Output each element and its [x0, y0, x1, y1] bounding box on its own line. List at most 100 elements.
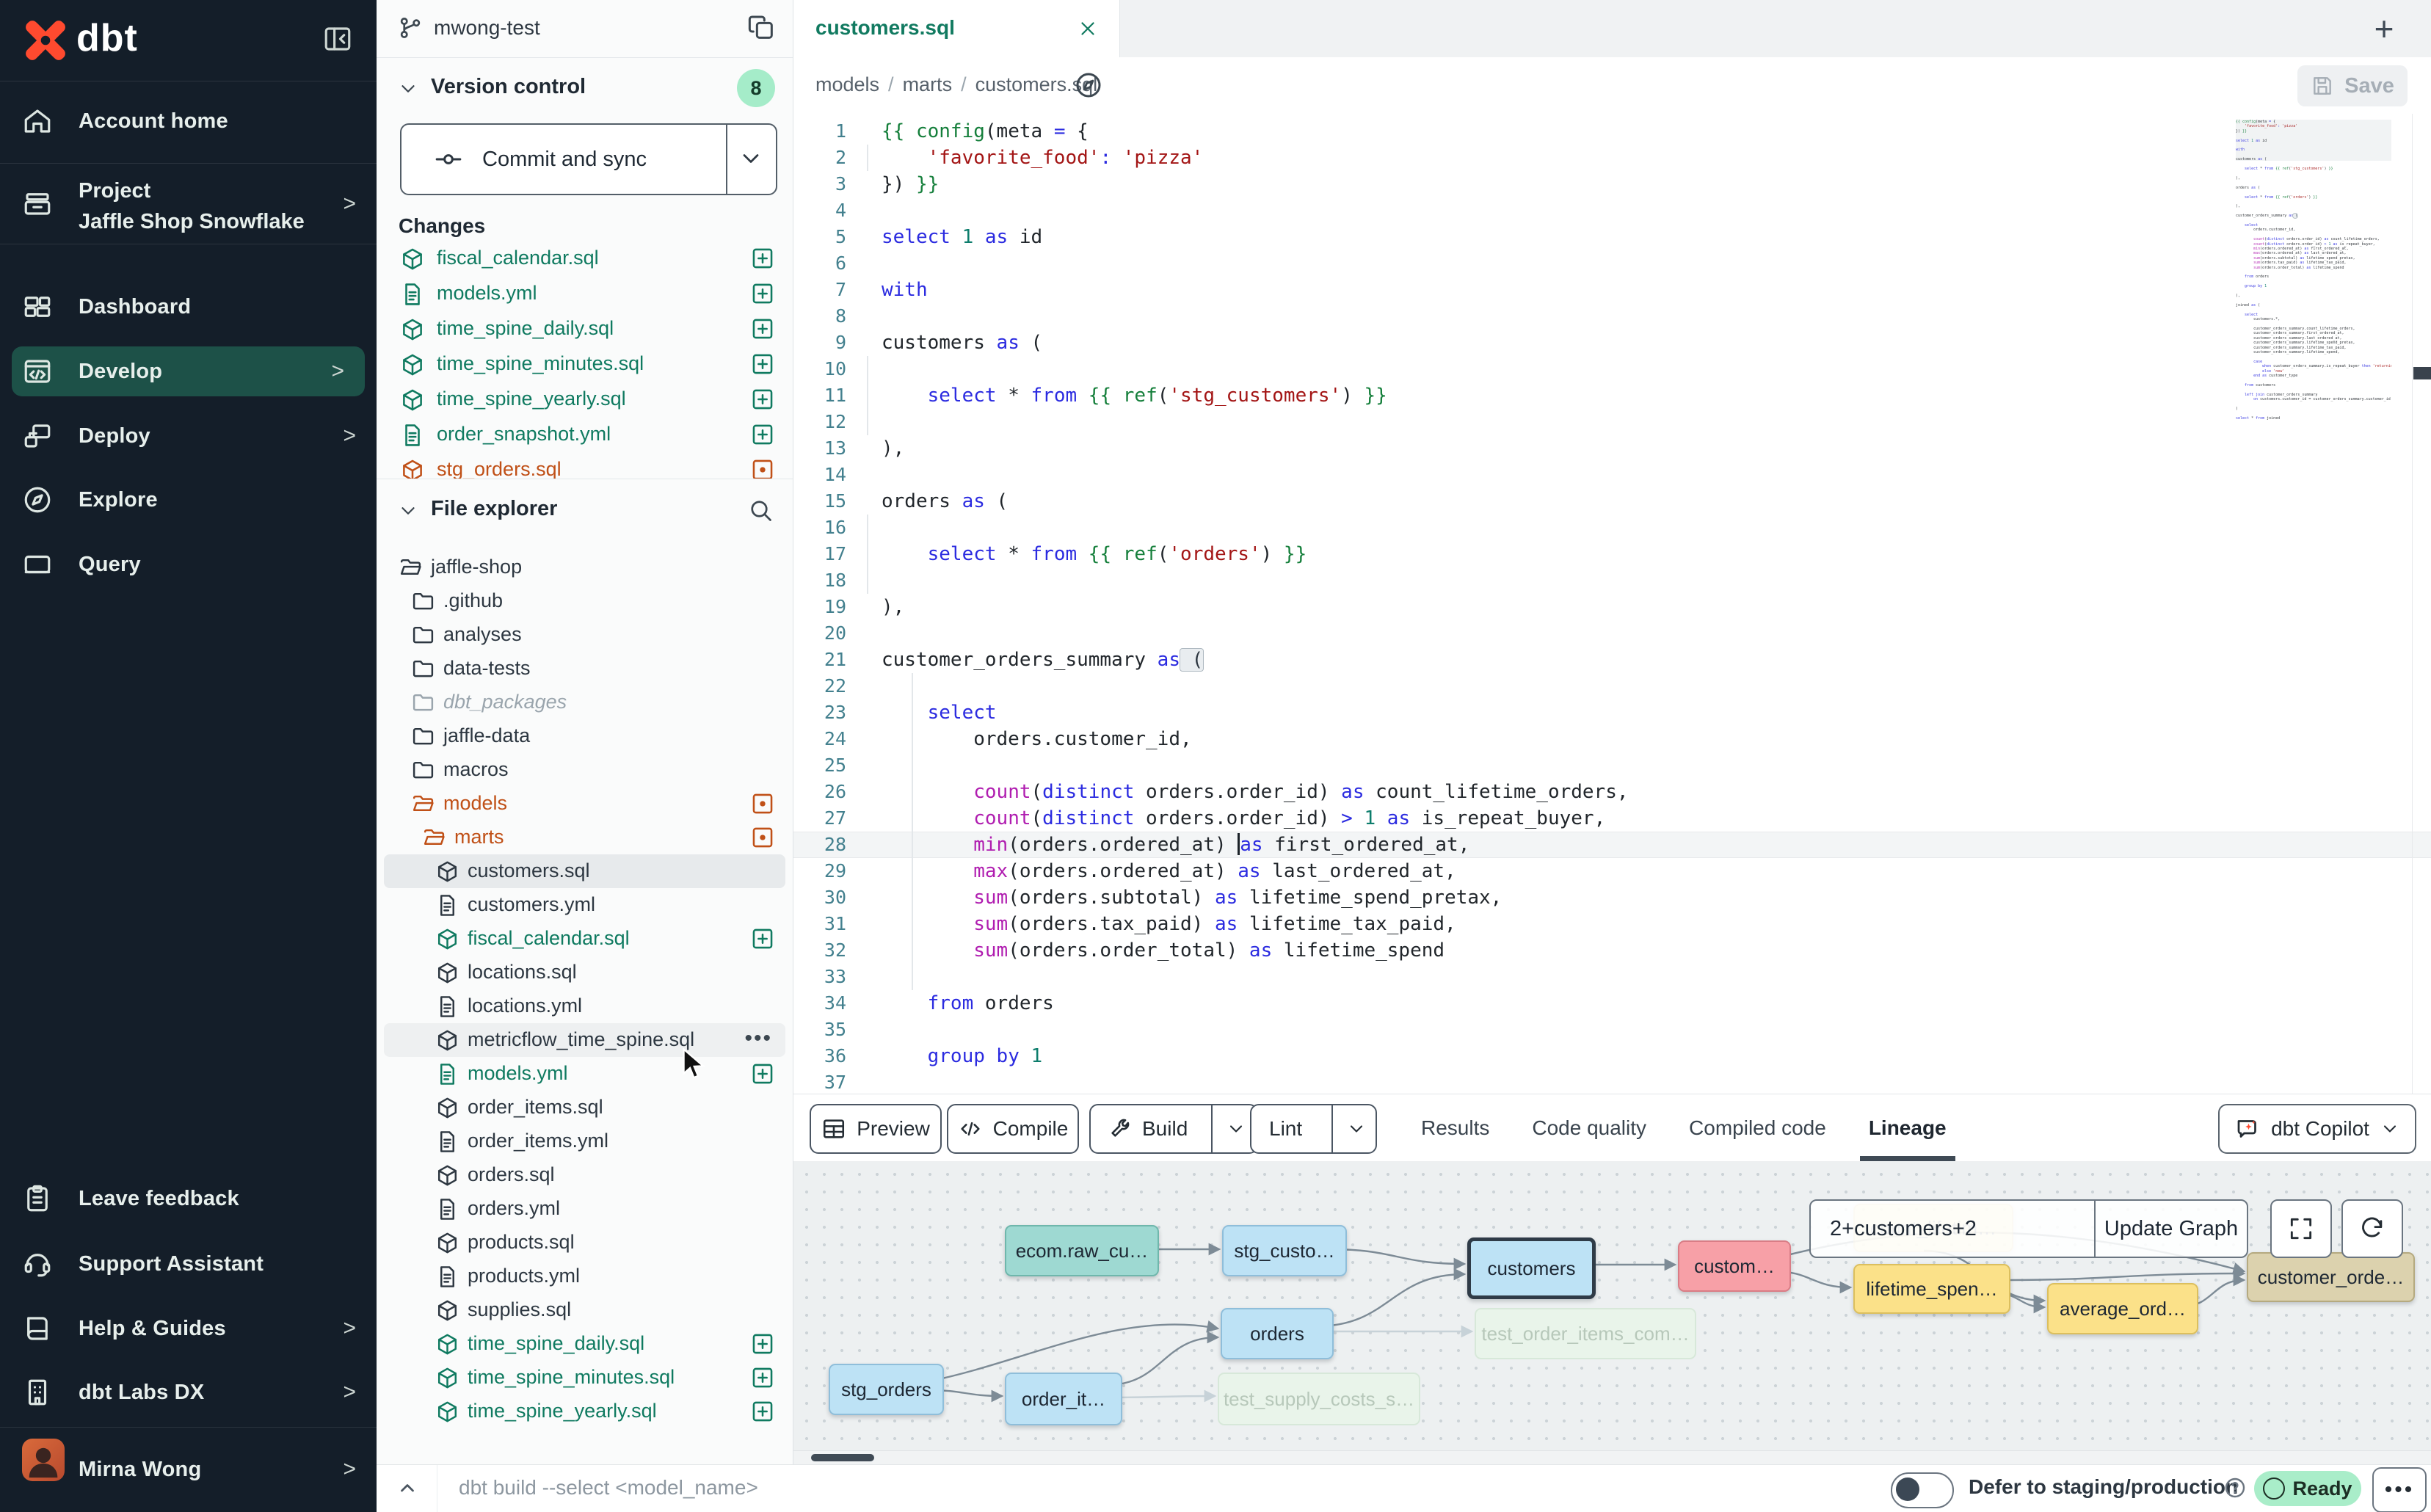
lineage-node[interactable]: ecom.raw_cu… [1005, 1225, 1159, 1276]
change-row[interactable]: models.yml [377, 276, 793, 311]
code-line[interactable]: 8 [793, 303, 2431, 330]
save-button[interactable]: Save [2297, 65, 2408, 106]
code-line[interactable]: 15orders as ( [793, 488, 2431, 515]
file-row[interactable]: metricflow_time_spine.sql••• [384, 1023, 785, 1057]
file-row[interactable]: locations.sql [377, 956, 793, 989]
sidebar-item-dbt-labs-dx[interactable]: dbt Labs DX > [0, 1368, 377, 1417]
help-icon[interactable] [2223, 1476, 2247, 1500]
plus-box-icon[interactable] [750, 352, 775, 377]
chevron-down-icon[interactable] [1346, 1119, 1367, 1139]
file-row[interactable]: supplies.sql [377, 1293, 793, 1327]
change-row[interactable]: time_spine_minutes.sql [377, 346, 793, 382]
code-line[interactable]: 18 [793, 567, 2431, 594]
tab-results[interactable]: Results [1421, 1094, 1489, 1162]
tab-customers-sql[interactable]: customers.sql [793, 0, 1120, 57]
file-row[interactable]: data-tests [377, 652, 793, 686]
plus-box-icon[interactable] [750, 316, 775, 341]
code-line[interactable]: 26 count(distinct orders.order_id) as co… [793, 779, 2431, 805]
code-line[interactable]: 27 count(distinct orders.order_id) > 1 a… [793, 805, 2431, 832]
code-line[interactable]: 9customers as ( [793, 330, 2431, 356]
compile-button[interactable]: Compile [947, 1104, 1079, 1154]
file-row[interactable]: macros [377, 753, 793, 787]
code-line[interactable]: 31 sum(orders.tax_paid) as lifetime_tax_… [793, 911, 2431, 937]
dot-box-icon[interactable] [750, 791, 775, 816]
sidebar-item-help-guides[interactable]: Help & Guides > [0, 1304, 377, 1353]
file-row[interactable]: analyses [377, 618, 793, 652]
tab-compiled-code[interactable]: Compiled code [1689, 1094, 1826, 1162]
code-line[interactable]: 5select 1 as id [793, 224, 2431, 250]
lineage-node[interactable]: lifetime_spen… [1853, 1264, 2010, 1314]
plus-box-icon[interactable] [750, 1061, 775, 1086]
build-button[interactable]: Build [1089, 1104, 1258, 1154]
lint-button[interactable]: Lint [1250, 1104, 1377, 1154]
sidebar-item-dashboard[interactable]: Dashboard [0, 283, 377, 331]
file-row[interactable]: order_items.yml [377, 1124, 793, 1158]
commit-and-sync-button[interactable]: Commit and sync [400, 123, 777, 195]
file-row[interactable]: marts [377, 821, 793, 854]
code-line[interactable]: 20 [793, 620, 2431, 647]
code-line[interactable]: 23 select [793, 699, 2431, 726]
code-line[interactable]: 1{{ config(meta = { [793, 118, 2431, 145]
change-row[interactable]: time_spine_daily.sql [377, 311, 793, 346]
sidebar-item-leave-feedback[interactable]: Leave feedback [0, 1174, 377, 1223]
file-row[interactable]: products.yml [377, 1260, 793, 1293]
code-line[interactable]: 4 [793, 197, 2431, 224]
sidebar-item-project[interactable]: Project Jaffle Shop Snowflake > [0, 170, 377, 238]
sidebar-item-query[interactable]: Query [0, 540, 377, 589]
code-line[interactable]: 28 min(orders.ordered_at) as first_order… [793, 832, 2431, 858]
code-line[interactable]: 2 'favorite_food': 'pizza' [793, 145, 2431, 171]
update-graph-button[interactable]: Update Graph [2096, 1217, 2247, 1241]
lineage-node[interactable]: orders [1221, 1308, 1334, 1359]
file-row[interactable]: fiscal_calendar.sql [377, 922, 793, 956]
lineage-compass-icon[interactable] [1074, 70, 1103, 100]
change-row[interactable]: order_snapshot.yml [377, 417, 793, 452]
file-row[interactable]: order_items.sql [377, 1091, 793, 1124]
dot-box-icon[interactable] [750, 457, 775, 479]
code-line[interactable]: 30 sum(orders.subtotal) as lifetime_spen… [793, 884, 2431, 911]
lineage-node[interactable]: stg_custo… [1222, 1225, 1347, 1276]
code-line[interactable]: 11 select * from {{ ref('stg_customers')… [793, 382, 2431, 409]
file-row[interactable]: time_spine_minutes.sql [377, 1361, 793, 1395]
refresh-button[interactable] [2341, 1199, 2403, 1258]
chevron-down-icon[interactable] [1226, 1119, 1246, 1139]
tab-lineage[interactable]: Lineage [1869, 1094, 1947, 1162]
change-row[interactable]: stg_orders.sql [377, 452, 793, 479]
lineage-node[interactable]: stg_orders [829, 1364, 944, 1415]
close-icon[interactable] [1077, 18, 1099, 40]
dot-box-icon[interactable] [750, 825, 775, 850]
collapse-sidebar-icon[interactable] [322, 23, 353, 54]
code-line[interactable]: 14 [793, 462, 2431, 488]
search-icon[interactable] [747, 497, 774, 523]
code-line[interactable]: 7with [793, 277, 2431, 303]
code-line[interactable]: 35 [793, 1017, 2431, 1043]
expand-command-bar-icon[interactable] [394, 1475, 421, 1502]
plus-box-icon[interactable] [750, 1331, 775, 1356]
file-row[interactable]: orders.yml [377, 1192, 793, 1226]
code-line[interactable]: 13), [793, 435, 2431, 462]
plus-box-icon[interactable] [750, 422, 775, 447]
change-row[interactable]: time_spine_yearly.sql [377, 382, 793, 417]
status-badge[interactable]: Ready [2254, 1471, 2361, 1506]
lineage-node[interactable]: customers [1467, 1237, 1596, 1299]
plus-box-icon[interactable] [750, 926, 775, 951]
code-line[interactable]: 24 orders.customer_id, [793, 726, 2431, 752]
file-row[interactable]: orders.sql [377, 1158, 793, 1192]
dbt-copilot-button[interactable]: dbt Copilot [2218, 1104, 2416, 1154]
sidebar-item-support-assistant[interactable]: Support Assistant [0, 1240, 377, 1288]
lineage-node[interactable]: test_order_items_com… [1475, 1308, 1696, 1359]
code-line[interactable]: 25 [793, 752, 2431, 779]
lineage-node[interactable]: customer_orde… [2247, 1252, 2415, 1302]
lineage-selector-input[interactable]: 2+customers+2 [1830, 1217, 2094, 1241]
file-explorer-header[interactable]: File explorer [377, 481, 793, 539]
sidebar-item-explore[interactable]: Explore [0, 476, 377, 524]
lineage-node[interactable]: test_supply_costs_s… [1218, 1373, 1420, 1425]
file-row[interactable]: dbt_packages [377, 686, 793, 719]
copy-icon[interactable] [747, 13, 777, 43]
file-row[interactable]: jaffle-shop [377, 550, 793, 584]
lineage-graph[interactable]: ecom.raw_cu… stg_custo…orders test_order_i… [793, 1161, 2431, 1464]
sidebar-item-deploy[interactable]: Deploy > [0, 412, 377, 460]
code-line[interactable]: 22 [793, 673, 2431, 699]
command-input[interactable]: dbt build --select <model_name> [459, 1476, 758, 1500]
change-row[interactable]: fiscal_calendar.sql [377, 241, 793, 276]
minimap[interactable]: {{ config(meta = { 'favorite_food': 'piz… [2236, 120, 2391, 422]
